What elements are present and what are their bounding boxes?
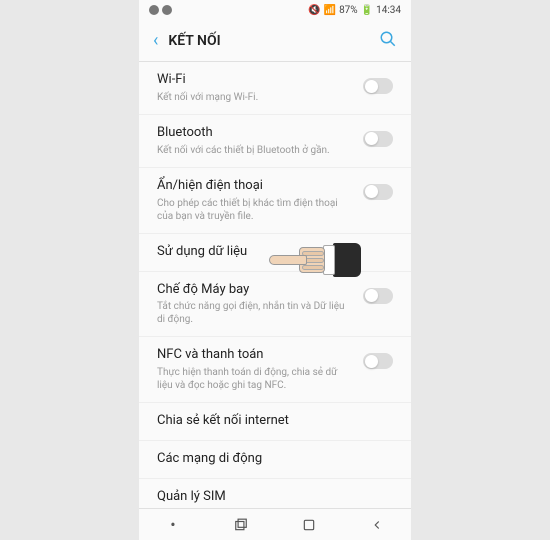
item-title: Sử dụng dữ liệu: [157, 244, 383, 261]
item-title: Chế độ Máy bay: [157, 282, 353, 299]
item-mobile-networks[interactable]: Các mạng di động: [139, 441, 411, 479]
nav-dot-icon[interactable]: •: [164, 516, 182, 534]
item-subtitle: Thực hiện thanh toán di động, chia sẻ dữ…: [157, 366, 353, 392]
battery-text: 87%: [339, 5, 358, 16]
nav-recents-icon[interactable]: [232, 516, 250, 534]
item-title: Quản lý SIM: [157, 489, 383, 506]
item-title: Bluetooth: [157, 125, 353, 142]
nfc-toggle[interactable]: [363, 353, 393, 369]
app-header: ‹ KẾT NỐI: [139, 20, 411, 62]
airplane-toggle[interactable]: [363, 288, 393, 304]
item-subtitle: Tắt chức năng gọi điện, nhắn tin và Dữ l…: [157, 300, 353, 326]
phone-screen: 🔇 📶 87% 🔋 14:34 ‹ KẾT NỐI Wi-Fi Kết nối …: [139, 0, 411, 540]
battery-icon: 🔋: [361, 5, 373, 16]
item-subtitle: Cho phép các thiết bị khác tìm điện thoạ…: [157, 197, 353, 223]
item-title: Ẩn/hiện điện thoại: [157, 178, 353, 195]
status-right: 🔇 📶 87% 🔋 14:34: [308, 5, 401, 16]
back-button[interactable]: ‹: [153, 30, 158, 51]
signal-icon: 📶: [324, 5, 336, 16]
status-bar: 🔇 📶 87% 🔋 14:34: [139, 0, 411, 20]
page-title: KẾT NỐI: [168, 33, 379, 49]
status-left: [149, 5, 172, 15]
nav-home-icon[interactable]: [300, 516, 318, 534]
item-title: NFC và thanh toán: [157, 347, 353, 364]
nav-back-icon[interactable]: [368, 516, 386, 534]
item-data-usage[interactable]: Sử dụng dữ liệu: [139, 234, 411, 272]
wifi-toggle[interactable]: [363, 78, 393, 94]
item-title: Các mạng di động: [157, 451, 383, 468]
notification-icon: [162, 5, 172, 15]
item-subtitle: Kết nối với các thiết bị Bluetooth ở gần…: [157, 144, 353, 157]
navigation-bar: •: [139, 508, 411, 540]
item-wifi[interactable]: Wi-Fi Kết nối với mạng Wi-Fi.: [139, 62, 411, 115]
item-nfc[interactable]: NFC và thanh toán Thực hiện thanh toán d…: [139, 337, 411, 403]
notification-icon: [149, 5, 159, 15]
item-phone-visibility[interactable]: Ẩn/hiện điện thoại Cho phép các thiết bị…: [139, 168, 411, 234]
item-title: Wi-Fi: [157, 72, 353, 89]
item-subtitle: Kết nối với mạng Wi-Fi.: [157, 91, 353, 104]
mute-icon: 🔇: [308, 5, 320, 16]
settings-list: Wi-Fi Kết nối với mạng Wi-Fi. Bluetooth …: [139, 62, 411, 540]
bluetooth-toggle[interactable]: [363, 131, 393, 147]
item-airplane-mode[interactable]: Chế độ Máy bay Tắt chức năng gọi điện, n…: [139, 272, 411, 338]
clock: 14:34: [376, 5, 401, 16]
visibility-toggle[interactable]: [363, 184, 393, 200]
item-title: Chia sẻ kết nối internet: [157, 413, 383, 430]
item-bluetooth[interactable]: Bluetooth Kết nối với các thiết bị Bluet…: [139, 115, 411, 168]
item-tethering[interactable]: Chia sẻ kết nối internet: [139, 403, 411, 441]
search-icon[interactable]: [379, 30, 397, 52]
